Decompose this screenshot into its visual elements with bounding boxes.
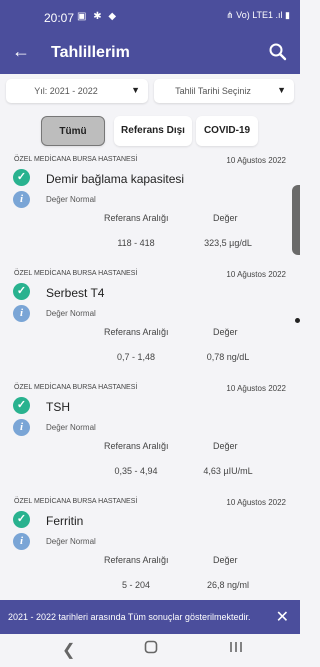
result-tabs: Tümü Referans Dışı COVID-19 <box>0 116 300 146</box>
value-header: Değer <box>213 555 238 565</box>
result-status: Değer Normal <box>46 195 96 204</box>
reference-range: 5 - 204 <box>121 580 151 590</box>
reference-header: Referans Aralığı <box>104 327 169 337</box>
notification-icons: ▣ ✱ ◆ <box>77 11 119 22</box>
result-date: 10 Ağustos 2022 <box>226 498 286 507</box>
result-card[interactable]: ÖZEL MEDİCANA BURSA HASTANESİ 10 Ağustos… <box>0 380 300 494</box>
tab-covid[interactable]: COVID-19 <box>196 116 258 146</box>
check-icon: ✓ <box>13 511 30 528</box>
nav-back-icon[interactable]: ❮ <box>62 640 75 660</box>
reference-header: Referans Aralığı <box>104 555 169 565</box>
test-name: Demir bağlama kapasitesi <box>46 172 185 186</box>
tab-out-of-range[interactable]: Referans Dışı <box>114 116 192 146</box>
hospital-name: ÖZEL MEDİCANA BURSA HASTANESİ <box>14 498 138 505</box>
result-card[interactable]: ÖZEL MEDİCANA BURSA HASTANESİ 10 Ağustos… <box>0 494 300 608</box>
hospital-name: ÖZEL MEDİCANA BURSA HASTANESİ <box>14 270 138 277</box>
result-card[interactable]: ÖZEL MEDİCANA BURSA HASTANESİ 10 Ağustos… <box>0 152 300 266</box>
tab-all[interactable]: Tümü <box>41 116 105 146</box>
back-arrow-icon[interactable]: ← <box>12 41 30 62</box>
value-header: Değer <box>213 213 238 223</box>
banner-text: 2021 - 2022 tarihleri arasında Tüm sonuç… <box>8 612 251 622</box>
test-name: Serbest T4 <box>46 286 105 300</box>
status-bar: 20:07 ▣ ✱ ◆ ⋔ Vo) LTE1 .ıl ▮ <box>0 0 300 34</box>
year-dropdown[interactable]: Yıl: 2021 - 2022 ▼ <box>6 79 148 103</box>
app-bar: ← Tahlillerim <box>0 34 300 74</box>
filter-bar: Yıl: 2021 - 2022 ▼ Tahlil Tarihi Seçiniz… <box>0 79 300 103</box>
system-nav-bar: ❮ <box>0 634 300 667</box>
result-date: 10 Ağustos 2022 <box>226 270 286 279</box>
system-icons: ⋔ Vo) LTE1 .ıl ▮ <box>226 10 290 20</box>
date-dropdown-label: Tahlil Tarihi Seçiniz <box>175 86 251 96</box>
result-value: 4,63 µIU/mL <box>203 466 253 476</box>
info-icon[interactable]: i <box>13 419 30 436</box>
date-dropdown[interactable]: Tahlil Tarihi Seçiniz ▼ <box>154 79 294 103</box>
check-icon: ✓ <box>13 169 30 186</box>
dropdown-arrow-icon: ▼ <box>277 85 286 95</box>
close-icon[interactable]: ✕ <box>276 607 289 627</box>
result-status: Değer Normal <box>46 309 96 318</box>
result-card[interactable]: ÖZEL MEDİCANA BURSA HASTANESİ 10 Ağustos… <box>0 266 300 380</box>
reference-header: Referans Aralığı <box>104 213 169 223</box>
edge-indicator <box>295 318 300 323</box>
test-name: TSH <box>46 400 70 414</box>
value-header: Değer <box>213 441 238 451</box>
status-time: 20:07 <box>44 11 75 25</box>
edge-panel-handle[interactable] <box>292 185 300 255</box>
reference-range: 0,7 - 1,48 <box>116 352 156 362</box>
nav-recents-icon[interactable] <box>229 640 243 659</box>
page-title: Tahlillerim <box>51 44 130 61</box>
info-banner: 2021 - 2022 tarihleri arasında Tüm sonuç… <box>0 600 300 634</box>
year-dropdown-label: Yıl: 2021 - 2022 <box>34 86 98 96</box>
info-icon[interactable]: i <box>13 305 30 322</box>
hospital-name: ÖZEL MEDİCANA BURSA HASTANESİ <box>14 156 138 163</box>
search-icon[interactable] <box>268 42 288 62</box>
info-icon[interactable]: i <box>13 533 30 550</box>
info-icon[interactable]: i <box>13 191 30 208</box>
result-list: ÖZEL MEDİCANA BURSA HASTANESİ 10 Ağustos… <box>0 152 300 608</box>
result-date: 10 Ağustos 2022 <box>226 156 286 165</box>
check-icon: ✓ <box>13 397 30 414</box>
nav-home-icon[interactable] <box>144 640 158 659</box>
reference-range: 0,35 - 4,94 <box>114 466 158 476</box>
hospital-name: ÖZEL MEDİCANA BURSA HASTANESİ <box>14 384 138 391</box>
test-name: Ferritin <box>46 514 84 528</box>
result-value: 0,78 ng/dL <box>206 352 250 362</box>
value-header: Değer <box>213 327 238 337</box>
reference-range: 118 - 418 <box>117 238 155 248</box>
check-icon: ✓ <box>13 283 30 300</box>
result-status: Değer Normal <box>46 423 96 432</box>
result-value: 323,5 µg/dL <box>204 238 252 248</box>
reference-header: Referans Aralığı <box>104 441 169 451</box>
result-date: 10 Ağustos 2022 <box>226 384 286 393</box>
dropdown-arrow-icon: ▼ <box>131 85 140 95</box>
result-value: 26,8 ng/ml <box>206 580 250 590</box>
result-status: Değer Normal <box>46 537 96 546</box>
